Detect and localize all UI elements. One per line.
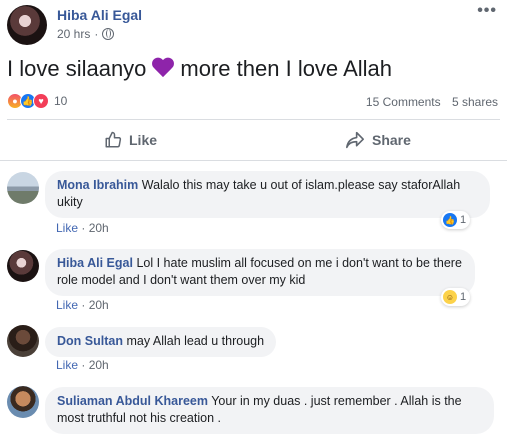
comment-avatar[interactable] (7, 386, 39, 418)
comment-actions: Like · 20h (56, 221, 109, 235)
divider (7, 119, 500, 120)
comment-reaction-count: 1 (460, 291, 467, 303)
comment-bubble: Mona Ibrahim Walalo this may take u out … (45, 171, 490, 218)
comment-avatar[interactable] (7, 172, 39, 204)
comment-timestamp[interactable]: 20h (89, 221, 109, 235)
post-text: I love silaanyo more then I love Allah (7, 56, 392, 82)
comment-like-link[interactable]: Like (56, 298, 78, 312)
comment-avatar[interactable] (7, 250, 39, 282)
comment-bubble: Hiba Ali Egal Lol I hate muslim all focu… (45, 249, 475, 296)
meta-separator: · (94, 27, 99, 41)
like-button-label: Like (129, 132, 158, 148)
comments-count-link[interactable]: 15 Comments (366, 95, 441, 109)
comment-author[interactable]: Mona Ibrahim (57, 178, 138, 192)
comment-actions: Like · 20h (56, 298, 109, 312)
comment-bubble: Suliaman Abdul Khareem Your in my duas .… (45, 387, 494, 434)
comment-bubble: Don Sultan may Allah lead u through (45, 327, 277, 357)
comment-like-link[interactable]: Like (56, 358, 78, 372)
post-meta: 20 hrs · (57, 27, 115, 41)
reactions-summary[interactable]: ● 👍 ♥ 10 (7, 93, 67, 109)
comment-author[interactable]: Don Sultan (57, 334, 123, 348)
globe-icon (102, 28, 115, 40)
meta-separator: · (81, 358, 86, 372)
comment-reaction[interactable]: 👍 1 (441, 211, 471, 229)
comment-like-link[interactable]: Like (56, 221, 78, 235)
comment-text: may Allah lead u through (126, 334, 265, 348)
divider (0, 160, 507, 161)
comment-timestamp[interactable]: 20h (89, 298, 109, 312)
thumbs-up-icon (105, 131, 122, 148)
purple-heart-icon (151, 58, 175, 80)
like-button[interactable]: Like (104, 131, 157, 149)
post-text-part-1: I love silaanyo (7, 56, 147, 81)
reaction-count: 10 (54, 94, 68, 108)
comment-author[interactable]: Hiba Ali Egal (57, 256, 133, 270)
meta-separator: · (81, 298, 86, 312)
comment-avatar[interactable] (7, 325, 39, 357)
love-reaction-icon: ♥ (33, 93, 49, 109)
share-button[interactable]: Share (345, 131, 411, 149)
comment-actions: Like · 20h (56, 358, 109, 372)
shares-count-link[interactable]: 5 shares (452, 95, 498, 109)
like-reaction-icon: 👍 (443, 213, 457, 227)
comment-timestamp[interactable]: 20h (89, 358, 109, 372)
meta-separator: · (81, 221, 86, 235)
haha-reaction-icon: ☺ (443, 290, 457, 304)
post-text-part-2: more then I love Allah (180, 56, 392, 81)
post-author-avatar[interactable] (7, 5, 47, 45)
comment-reaction[interactable]: ☺ 1 (441, 288, 471, 306)
post-timestamp[interactable]: 20 hrs (57, 27, 90, 41)
engagement-counts: 15 Comments 5 shares (366, 95, 498, 109)
comment-author[interactable]: Suliaman Abdul Khareem (57, 394, 208, 408)
comment-reaction-count: 1 (460, 214, 467, 226)
post-author-name[interactable]: Hiba Ali Egal (57, 7, 142, 23)
post-options-icon[interactable]: ••• (477, 2, 497, 20)
share-arrow-icon (346, 131, 364, 149)
share-button-label: Share (372, 132, 411, 148)
